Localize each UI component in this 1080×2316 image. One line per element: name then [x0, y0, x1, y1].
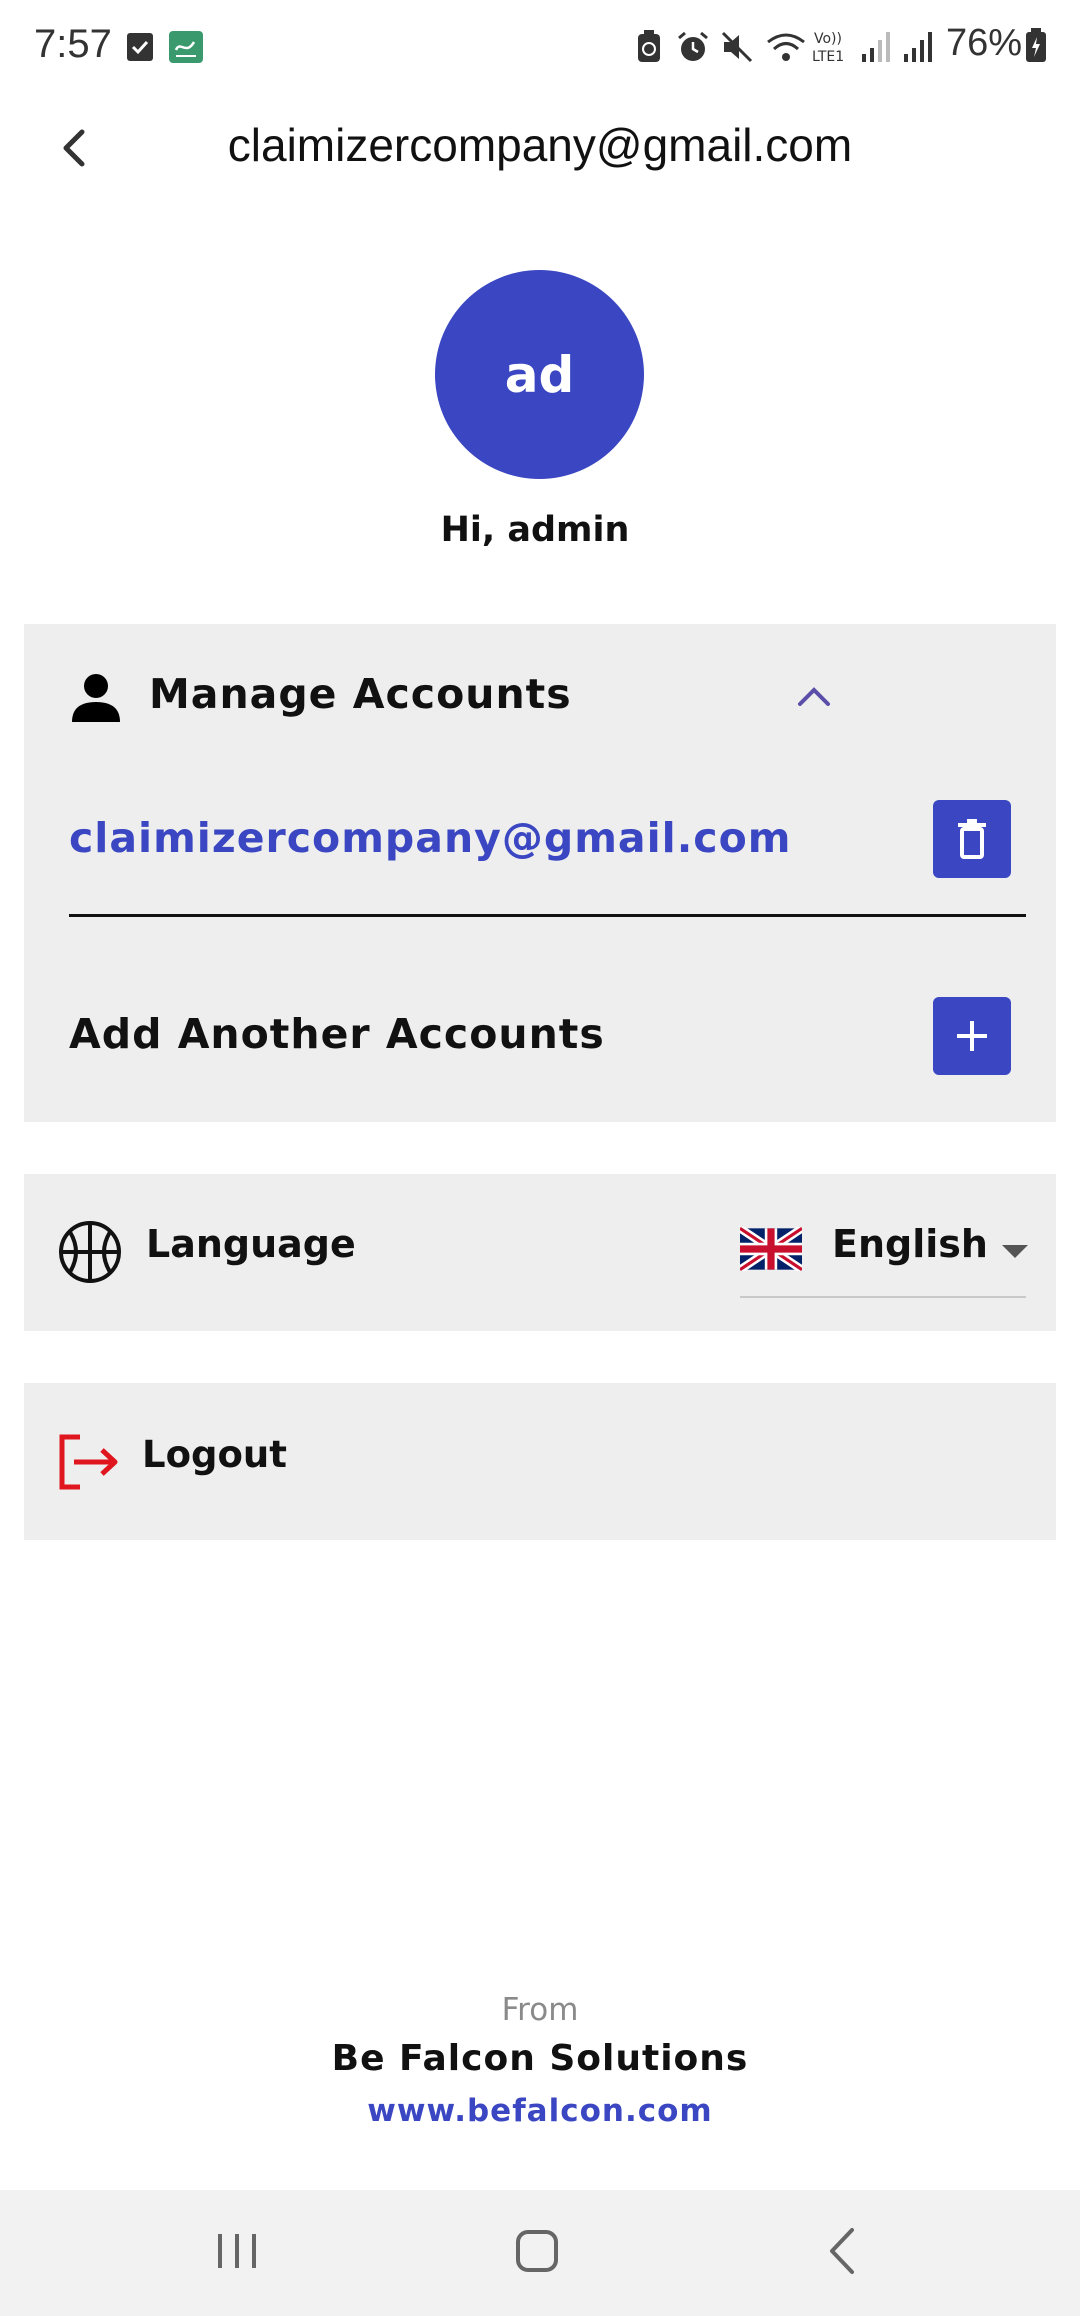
signal-icon	[902, 30, 934, 68]
wifi-icon	[766, 30, 806, 68]
avatar: ad	[435, 270, 644, 479]
delete-account-button[interactable]	[933, 800, 1011, 878]
greeting-text: Hi, admin	[440, 510, 630, 550]
check-notification-icon	[126, 32, 154, 66]
home-icon	[516, 2230, 558, 2272]
alarm-icon	[676, 30, 710, 68]
system-back-button[interactable]	[818, 2226, 868, 2280]
recent-apps-button[interactable]	[212, 2226, 262, 2280]
delete-icon	[958, 819, 986, 859]
divider	[69, 914, 1026, 917]
person-icon	[70, 672, 122, 728]
battery-saver-icon	[636, 30, 662, 68]
svg-text:LTE1: LTE1	[812, 49, 844, 64]
manage-accounts-card: Manage Accounts claimizercompany@gmail.c…	[24, 624, 1056, 1122]
recent-apps-icon	[218, 2234, 256, 2268]
language-select[interactable]: English	[737, 1214, 1028, 1298]
app-notification-icon	[168, 30, 204, 68]
language-card: Language English	[24, 1174, 1056, 1331]
globe-icon	[58, 1220, 122, 1288]
avatar-initials: ad	[504, 345, 575, 404]
caret-down-icon	[1002, 1244, 1028, 1263]
mute-icon	[720, 30, 754, 68]
volte-icon: Vo)) LTE1	[812, 28, 852, 68]
language-label: Language	[146, 1222, 356, 1266]
back-button[interactable]	[50, 118, 98, 178]
manage-accounts-title: Manage Accounts	[149, 670, 572, 718]
logout-label: Logout	[142, 1433, 287, 1476]
add-account-label: Add Another Accounts	[69, 1010, 605, 1058]
back-icon	[830, 2228, 854, 2274]
battery-percentage: 76%	[946, 22, 1023, 64]
manage-accounts-header[interactable]: Manage Accounts	[24, 624, 1056, 764]
footer-from: From	[501, 1992, 579, 2028]
footer-link[interactable]: www.befalcon.com	[0, 2093, 1080, 2129]
footer-company: Be Falcon Solutions	[331, 2038, 749, 2079]
status-time: 7:57	[34, 22, 112, 66]
page-title: claimizercompany@gmail.com	[227, 119, 853, 171]
add-account-button[interactable]	[933, 997, 1011, 1075]
svg-text:Vo)): Vo))	[814, 31, 842, 47]
chevron-left-icon	[63, 129, 85, 167]
logout-icon	[58, 1433, 122, 1495]
status-bar: 7:57 Vo)) LTE1 76%	[0, 0, 1080, 90]
chevron-up-icon	[796, 684, 832, 712]
navigation-bar	[0, 2190, 1080, 2316]
language-value: English	[832, 1222, 988, 1266]
logout-button[interactable]: Logout	[24, 1383, 1056, 1540]
plus-icon	[957, 1021, 987, 1051]
battery-icon	[1024, 28, 1048, 68]
home-button[interactable]	[513, 2226, 563, 2280]
account-email: claimizercompany@gmail.com	[69, 814, 792, 862]
signal-icon	[860, 30, 892, 68]
uk-flag-icon	[737, 1224, 805, 1275]
